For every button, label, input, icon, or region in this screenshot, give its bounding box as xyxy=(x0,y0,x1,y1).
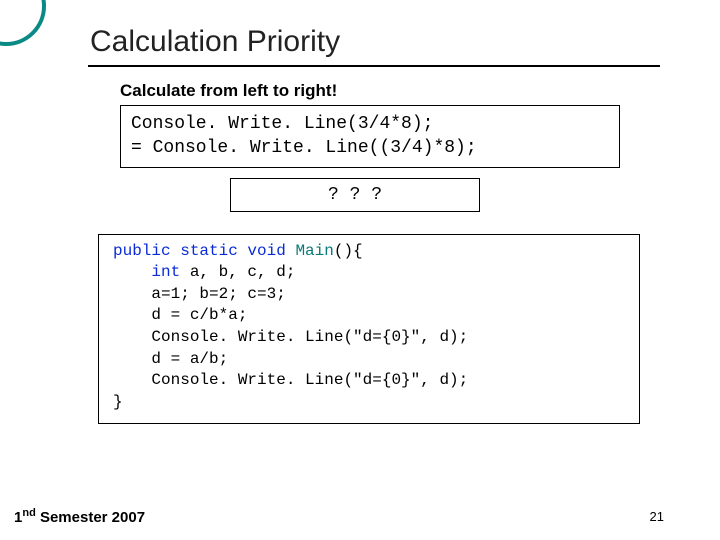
code-line: a=1; b=2; c=3; xyxy=(113,285,286,303)
code-line: } xyxy=(113,393,123,411)
keyword: int xyxy=(151,263,180,281)
code-line: d = c/b*a; xyxy=(113,306,247,324)
code-line: = Console. Write. Line((3/4)*8); xyxy=(131,136,609,160)
question-box: ? ? ? xyxy=(230,178,480,212)
code-box-main: public static void Main(){ int a, b, c, … xyxy=(98,234,640,425)
title-underline xyxy=(88,65,660,67)
footer-text: Semester 2007 xyxy=(36,509,145,526)
code-box-top: Console. Write. Line(3/4*8); = Console. … xyxy=(120,105,620,168)
page-number: 21 xyxy=(650,509,664,524)
code-line: Console. Write. Line("d={0}", d); xyxy=(113,371,468,389)
code-text: (){ xyxy=(334,242,363,260)
code-line: Console. Write. Line(3/4*8); xyxy=(131,112,609,136)
keyword: public static void xyxy=(113,242,295,260)
subtitle: Calculate from left to right! xyxy=(120,81,660,101)
classname: Main xyxy=(295,242,333,260)
code-line: d = a/b; xyxy=(113,350,228,368)
footer-left: 1nd Semester 2007 xyxy=(14,507,145,526)
code-text: a, b, c, d; xyxy=(180,263,295,281)
code-line: Console. Write. Line("d={0}", d); xyxy=(113,328,468,346)
page-title: Calculation Priority xyxy=(90,25,660,59)
slide-content: Calculation Priority Calculate from left… xyxy=(0,0,720,540)
footer-sup: nd xyxy=(22,507,35,519)
